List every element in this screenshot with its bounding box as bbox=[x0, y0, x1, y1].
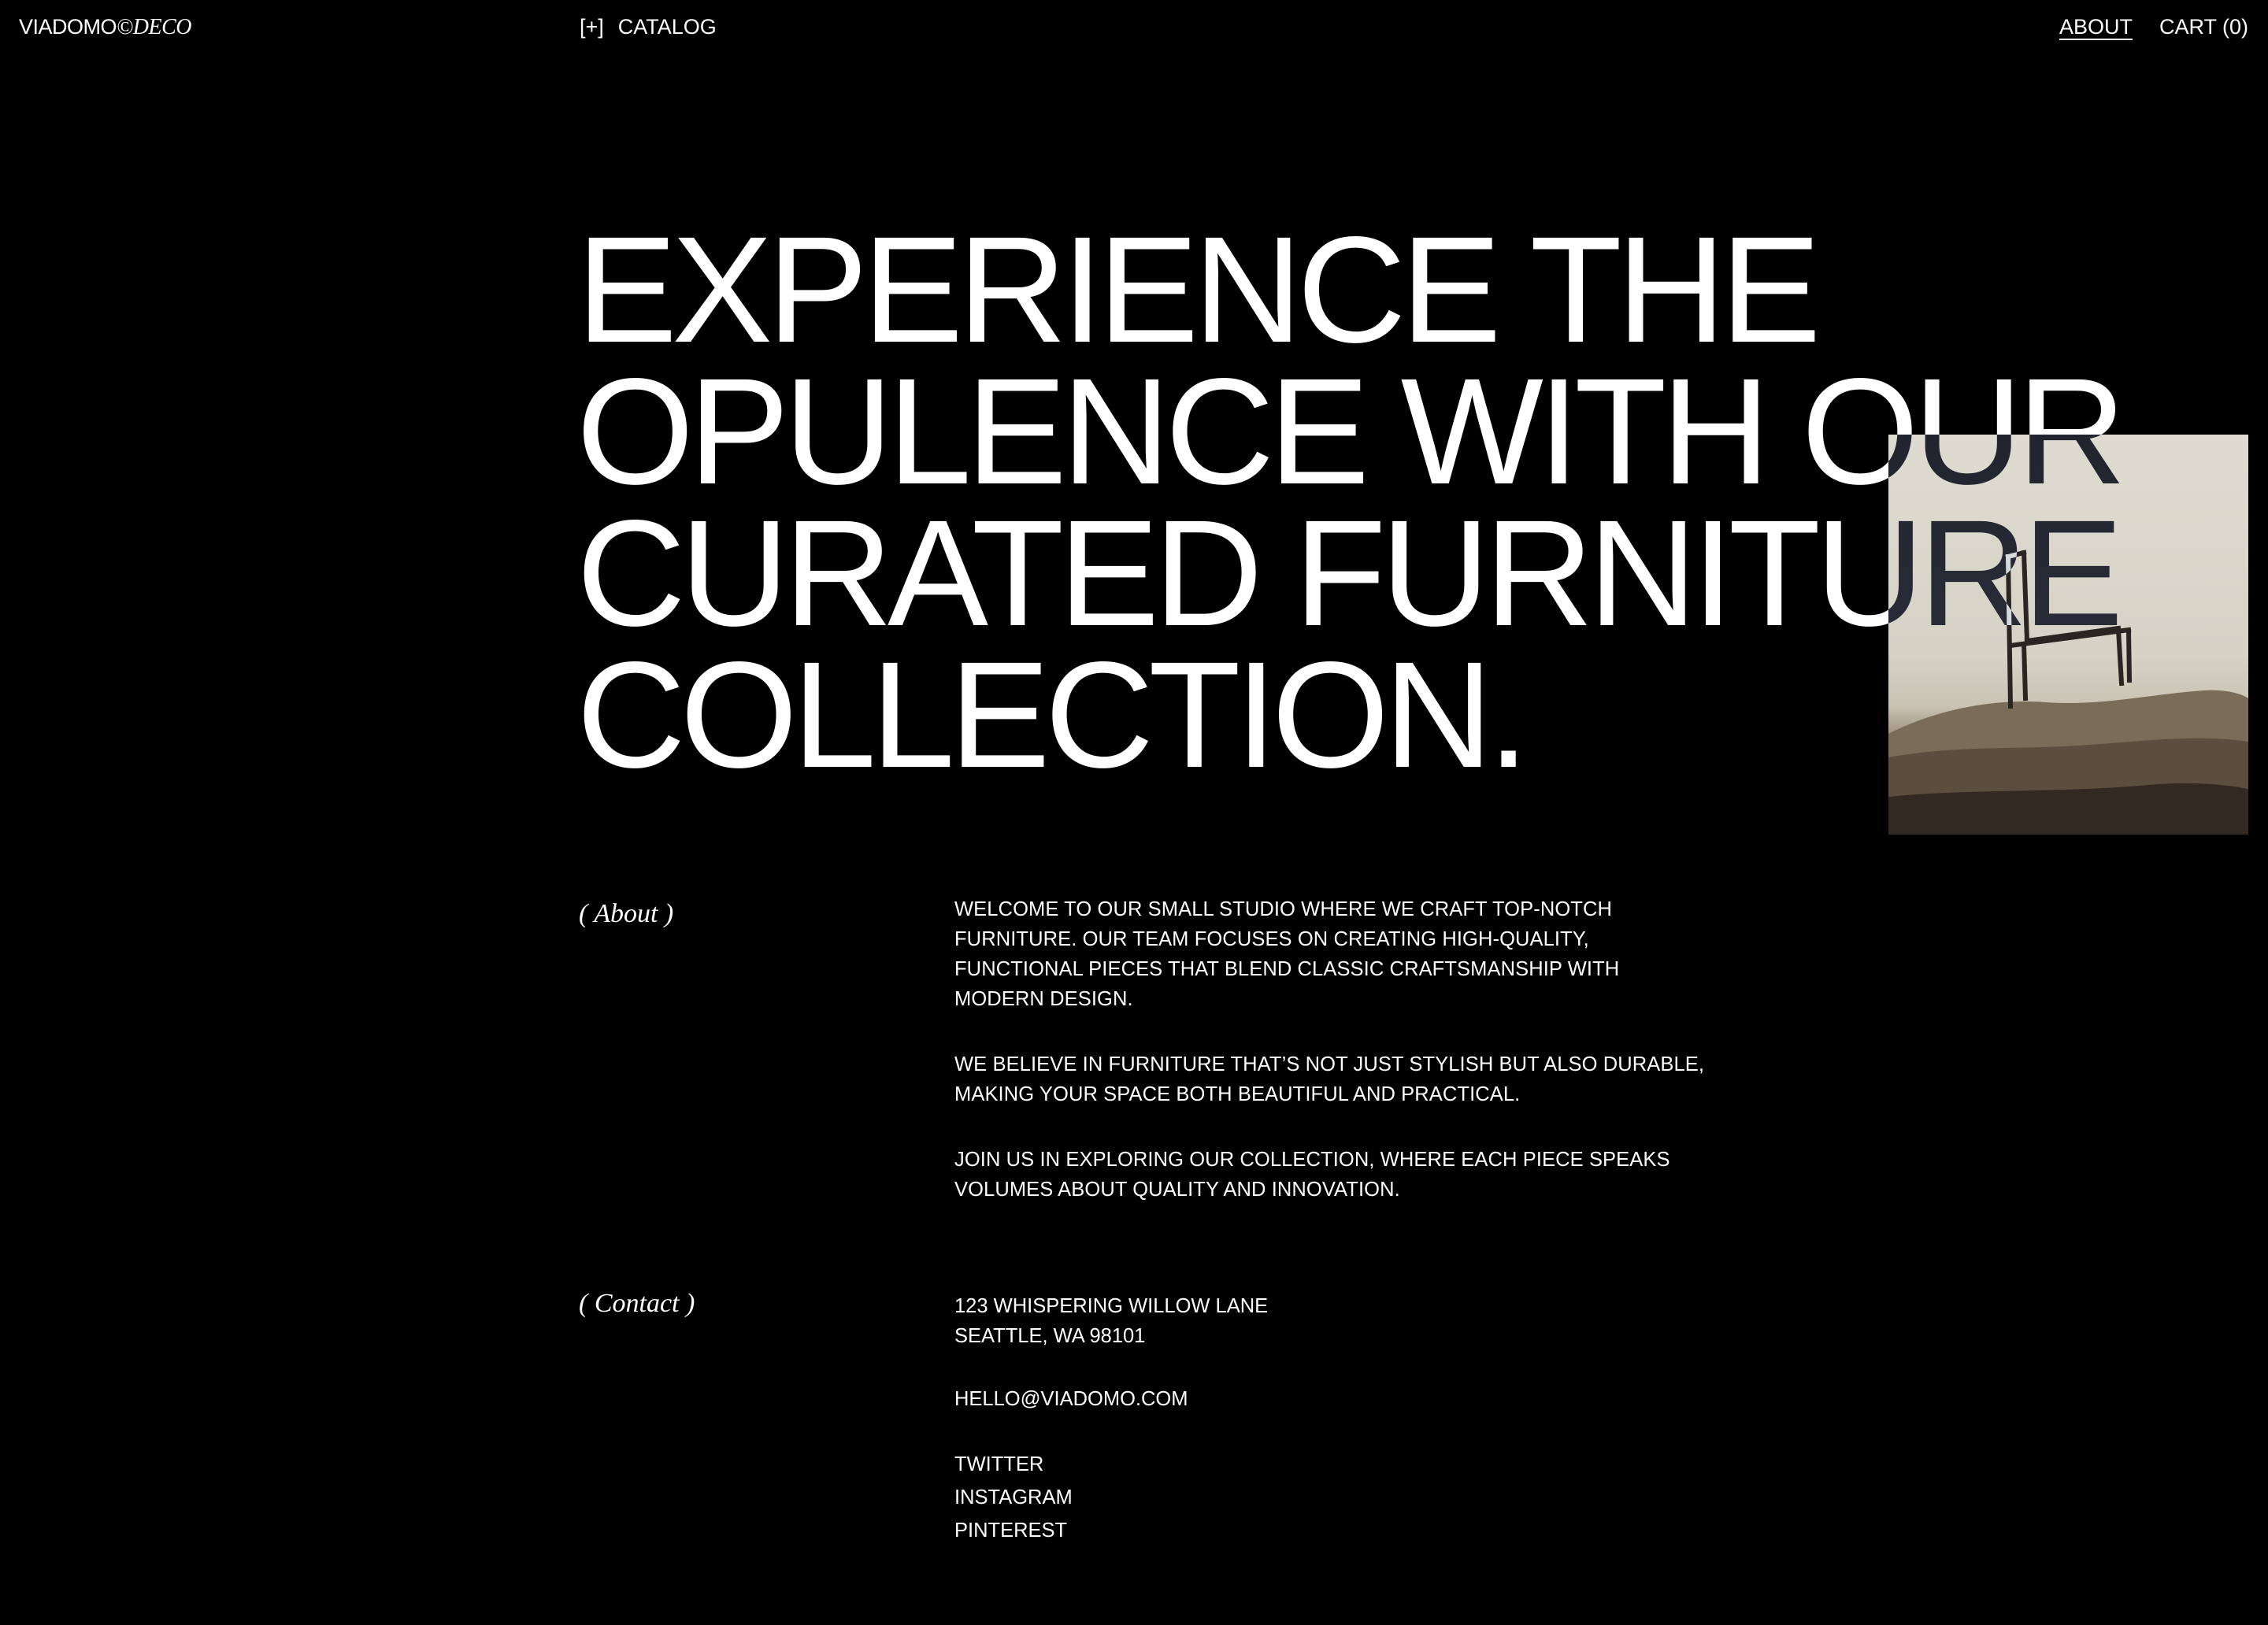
headline-line-2: OPULENCE WITH OUR bbox=[576, 346, 2126, 516]
instagram-link[interactable]: INSTAGRAM bbox=[954, 1481, 1663, 1514]
address-line-2: SEATTLE, WA 98101 bbox=[954, 1325, 1146, 1347]
contact-section-label: ( Contact ) bbox=[579, 1289, 695, 1318]
address-block: 123 WHISPERING WILLOW LANE SEATTLE, WA 9… bbox=[954, 1291, 1663, 1351]
plus-icon: [+] bbox=[580, 15, 604, 39]
about-paragraph-3: JOIN US IN EXPLORING OUR COLLECTION, WHE… bbox=[954, 1149, 1670, 1201]
brand-logo[interactable]: VIADOMO©DECO bbox=[19, 14, 192, 40]
nav-about-link[interactable]: ABOUT bbox=[2059, 14, 2133, 39]
headline-line-4: COLLECTION. bbox=[576, 630, 1529, 799]
address-line-1: 123 WHISPERING WILLOW LANE bbox=[954, 1295, 1269, 1317]
hero-headline: EXPERIENCE THE OPULENCE WITH OUR CURATED… bbox=[576, 205, 2268, 799]
about-paragraph-1: WELCOME TO OUR SMALL STUDIO WHERE WE CRA… bbox=[954, 898, 1620, 1010]
about-section-label: ( About ) bbox=[579, 899, 674, 928]
catalog-label: CATALOG bbox=[617, 15, 717, 39]
headline-line-1: EXPERIENCE THE bbox=[576, 205, 1821, 374]
email-link[interactable]: HELLO@VIADOMO.COM bbox=[954, 1384, 1663, 1414]
headline-line-3: CURATED FURNITURE bbox=[576, 488, 2123, 657]
logo-sub: ©DECO bbox=[117, 15, 192, 39]
about-paragraph-2: WE BELIEVE IN FURNITURE THAT’S NOT JUST … bbox=[954, 1053, 1705, 1105]
twitter-link[interactable]: TWITTER bbox=[954, 1448, 1663, 1481]
contact-info: 123 WHISPERING WILLOW LANE SEATTLE, WA 9… bbox=[954, 1291, 1663, 1547]
nav-cart-link[interactable]: CART (0) bbox=[2159, 14, 2248, 39]
catalog-link[interactable]: [+] CATALOG bbox=[580, 14, 717, 39]
social-links: TWITTER INSTAGRAM PINTEREST bbox=[954, 1448, 1663, 1547]
logo-main: VIADOMO bbox=[19, 15, 117, 39]
site-header: VIADOMO©DECO [+] CATALOG ABOUT CART (0) bbox=[0, 0, 2268, 55]
about-text: WELCOME TO OUR SMALL STUDIO WHERE WE CRA… bbox=[954, 894, 1710, 1240]
pinterest-link[interactable]: PINTEREST bbox=[954, 1514, 1663, 1547]
